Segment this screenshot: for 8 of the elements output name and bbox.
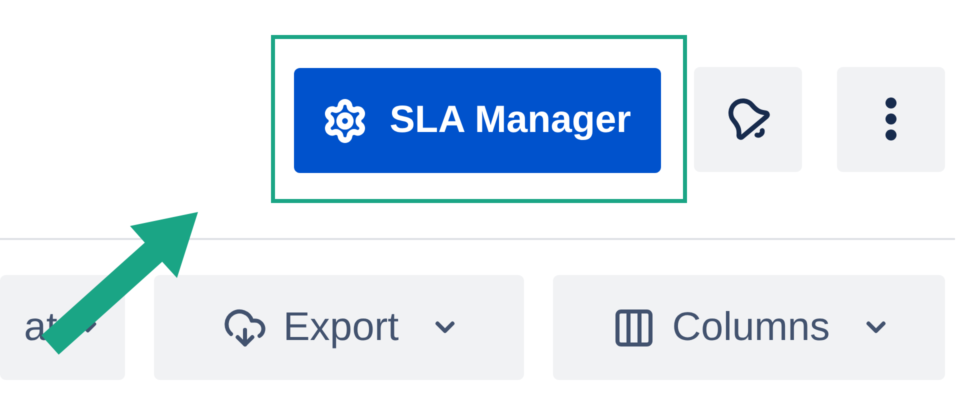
more-icon <box>885 97 897 141</box>
bell-button[interactable] <box>694 66 802 172</box>
more-button[interactable] <box>837 66 945 172</box>
chevron-icon <box>434 321 455 334</box>
toolbar-button[interactable]: Columns <box>553 275 945 380</box>
toolbar-button[interactable]: Export <box>154 275 524 380</box>
chevron-icon <box>866 321 886 334</box>
sla-manager-button[interactable]: SLA Manager <box>294 68 661 173</box>
